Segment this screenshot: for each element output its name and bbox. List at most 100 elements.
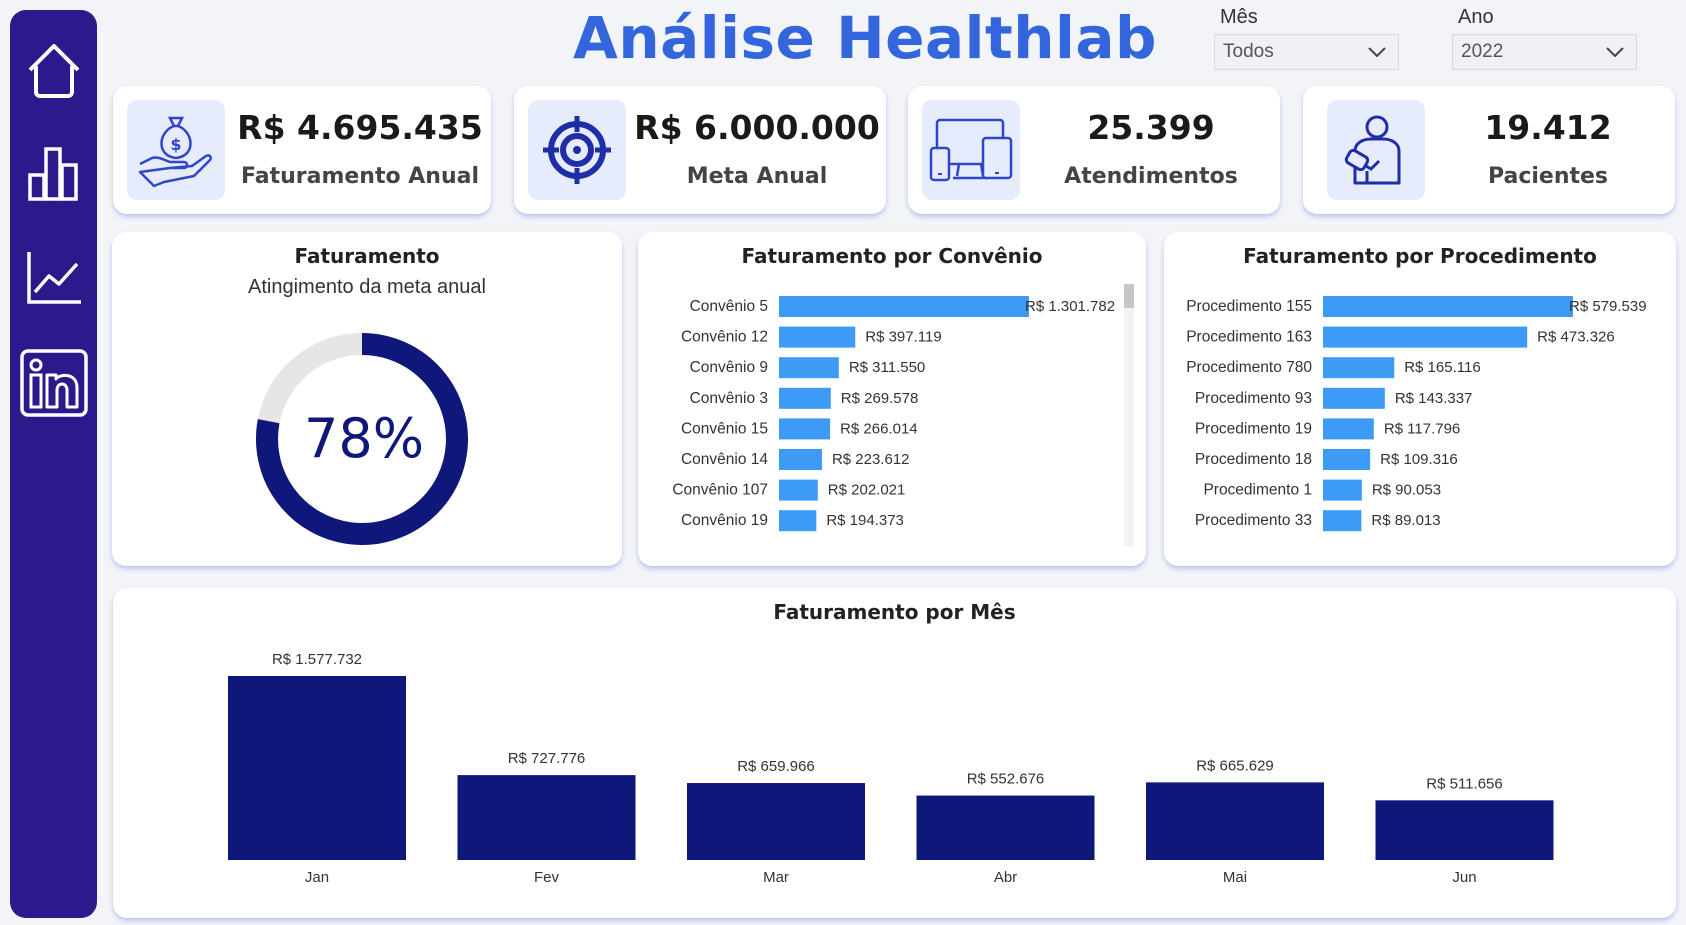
bar[interactable]: [1323, 510, 1362, 532]
chevron-down-icon: [1606, 47, 1624, 58]
data-label: R$ 579.539: [1569, 298, 1647, 315]
bar[interactable]: [916, 795, 1095, 860]
nav-home-button[interactable]: [10, 25, 97, 115]
bar[interactable]: [1323, 296, 1573, 317]
month-select-value: Todos: [1223, 41, 1274, 62]
year-filter-label: Ano: [1458, 6, 1494, 28]
revenue-by-procedure-panel: Faturamento por Procedimento Procediment…: [1164, 232, 1676, 566]
kpi-card-appointments: 25.399 Atendimentos: [908, 86, 1280, 214]
bar[interactable]: [779, 449, 822, 470]
linkedin-icon: [19, 349, 88, 417]
bar[interactable]: [1323, 449, 1371, 470]
data-label: R$ 109.316: [1380, 451, 1458, 468]
bar[interactable]: [228, 676, 406, 860]
data-label: R$ 143.337: [1395, 390, 1473, 407]
bar[interactable]: [1323, 387, 1385, 409]
year-filter: Ano 2022: [1452, 0, 1637, 70]
kpi-revenue-label: Faturamento Anual: [241, 164, 479, 189]
category-label: Jun: [1452, 869, 1476, 886]
bar[interactable]: [1323, 326, 1528, 348]
data-label: R$ 266.014: [840, 420, 918, 437]
data-label: R$ 659.966: [737, 758, 815, 775]
target-icon: [528, 100, 626, 200]
kpi-goal-label: Meta Anual: [686, 164, 828, 189]
line-chart-icon: [26, 252, 81, 304]
category-label: Procedimento 1: [1203, 482, 1312, 499]
bar-chart-icon: [27, 147, 78, 201]
category-label: Convênio 9: [690, 359, 768, 376]
donut-percent-label: 78%: [304, 407, 424, 470]
bar[interactable]: [779, 296, 1029, 317]
bar[interactable]: [1375, 800, 1554, 860]
sidebar: [10, 10, 97, 918]
data-label: R$ 1.301.782: [1025, 298, 1115, 315]
money-bag-hand-icon: $: [127, 100, 225, 200]
category-label: Abr: [994, 869, 1017, 886]
data-label: R$ 511.656: [1426, 775, 1502, 792]
category-label: Mai: [1223, 869, 1247, 886]
kpi-card-revenue: $ R$ 4.695.435 Faturamento Anual: [113, 86, 491, 214]
patient-icon: [1327, 100, 1425, 200]
category-label: Convênio 5: [690, 298, 768, 315]
bar[interactable]: [779, 479, 818, 501]
bar[interactable]: [1146, 782, 1324, 860]
goal-attainment-panel: Faturamento Atingimento da meta anual 78…: [112, 232, 622, 566]
bar[interactable]: [687, 783, 865, 860]
data-label: R$ 194.373: [826, 512, 904, 529]
goal-donut-chart: 78%: [256, 333, 468, 545]
revenue-by-month-chart: R$ 1.577.732 Jan R$ 727.776 Fev R$ 659.966 Ma…: [228, 651, 1554, 886]
data-label: R$ 117.796: [1384, 420, 1460, 437]
data-label: R$ 665.629: [1196, 757, 1274, 774]
category-label: Procedimento 19: [1195, 420, 1312, 437]
data-label: R$ 223.612: [832, 451, 910, 468]
year-select[interactable]: 2022: [1452, 34, 1637, 70]
category-label: Fev: [534, 869, 560, 886]
nav-bar-chart-button[interactable]: [10, 128, 97, 218]
nav-line-chart-button[interactable]: [10, 232, 97, 322]
category-label: Procedimento 33: [1195, 512, 1312, 529]
data-label: R$ 311.550: [849, 359, 925, 376]
month-filter-label: Mês: [1220, 6, 1258, 28]
kpi-goal-value: R$ 6.000.000: [634, 108, 880, 147]
data-label: R$ 1.577.732: [272, 651, 362, 668]
bar[interactable]: [779, 418, 831, 440]
data-label: R$ 202.021: [828, 482, 906, 499]
home-icon: [28, 44, 79, 98]
bar[interactable]: [1323, 479, 1362, 501]
bar[interactable]: [1323, 418, 1374, 440]
category-label: Procedimento 93: [1195, 390, 1312, 407]
category-label: Jan: [305, 869, 329, 886]
year-select-value: 2022: [1461, 41, 1504, 62]
scrollbar-track[interactable]: [1124, 284, 1134, 546]
data-label: R$ 397.119: [865, 329, 941, 346]
category-label: Convênio 14: [681, 451, 768, 468]
kpi-revenue-value: R$ 4.695.435: [237, 108, 483, 147]
category-label: Procedimento 780: [1186, 359, 1312, 376]
category-label: Procedimento 18: [1195, 451, 1312, 468]
scrollbar-thumb[interactable]: [1124, 284, 1134, 308]
chevron-down-icon: [1368, 47, 1386, 58]
category-label: Convênio 19: [681, 512, 768, 529]
nav-linkedin-button[interactable]: [10, 338, 97, 428]
bar[interactable]: [457, 775, 636, 860]
category-label: Procedimento 155: [1186, 298, 1312, 315]
page-title: Análise Healthlab: [572, 4, 1158, 72]
data-label: R$ 269.578: [841, 390, 919, 407]
bar[interactable]: [1323, 357, 1395, 379]
category-label: Convênio 107: [672, 482, 768, 499]
category-label: Convênio 3: [690, 390, 768, 407]
kpi-appointments-value: 25.399: [1087, 108, 1215, 147]
bar[interactable]: [779, 387, 831, 409]
kpi-patients-value: 19.412: [1484, 108, 1612, 147]
bar[interactable]: [779, 510, 817, 532]
kpi-appointments-label: Atendimentos: [1064, 164, 1238, 189]
devices-icon: [922, 100, 1020, 200]
data-label: R$ 552.676: [967, 771, 1045, 788]
data-label: R$ 89.013: [1371, 512, 1440, 529]
month-filter: Mês Todos: [1214, 0, 1399, 70]
bar[interactable]: [779, 326, 856, 348]
revenue-by-insurance-panel: Faturamento por Convênio Convênio 5 R$ 1.…: [638, 232, 1146, 566]
bar[interactable]: [779, 357, 839, 379]
revenue-by-month-panel: Faturamento por Mês R$ 1.577.732 Jan R$ 72…: [113, 588, 1676, 918]
month-select[interactable]: Todos: [1214, 34, 1399, 70]
